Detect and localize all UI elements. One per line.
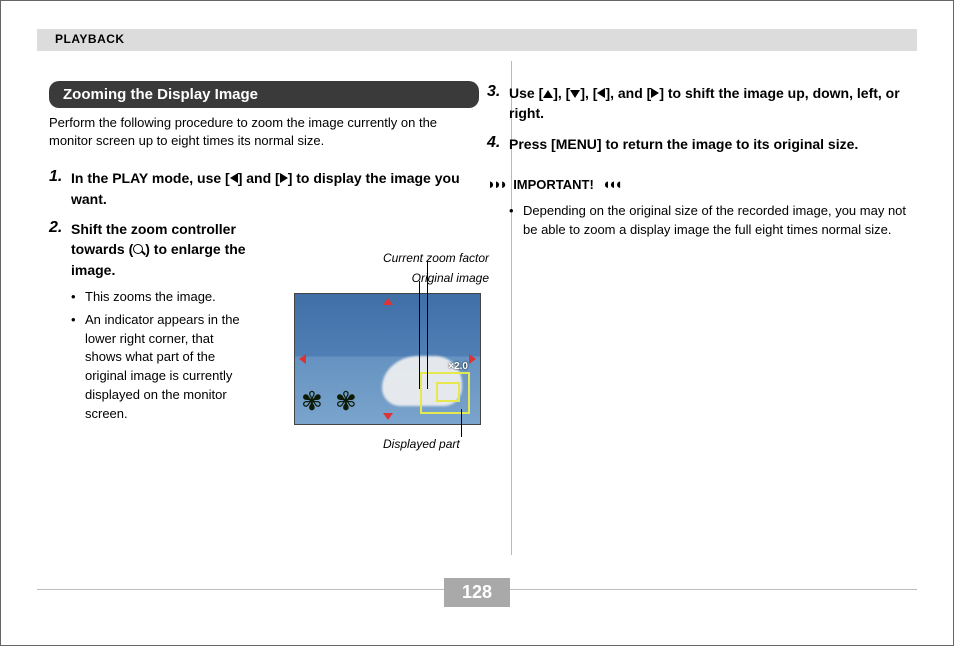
palm-shape: ✾	[335, 388, 357, 422]
ornament-icon: ◖◖◖	[602, 176, 620, 193]
step-text: ], and [	[605, 85, 651, 101]
note-item: An indicator appears in the lower right …	[71, 311, 249, 424]
important-notes: Depending on the original size of the re…	[509, 201, 917, 240]
up-arrow-icon	[543, 90, 553, 98]
important-label: IMPORTANT!	[513, 177, 594, 192]
step-number: 1.	[49, 168, 71, 209]
right-column: 3. Use [], [], [], and [] to shift the i…	[487, 61, 917, 565]
zoom-figure: Current zoom factor Original image ✾ ✾ ×…	[294, 249, 489, 425]
step-4: 4. Press [MENU] to return the image to i…	[487, 134, 917, 154]
note-item: This zooms the image.	[71, 288, 249, 307]
step-2: 2. Shift the zoom controller towards () …	[49, 219, 249, 428]
step-text: ], [	[553, 85, 570, 101]
zoom-factor-value: ×2.0	[448, 361, 468, 372]
section-title: Zooming the Display Image	[49, 81, 479, 108]
step-2-notes: This zooms the image. An indicator appea…	[71, 288, 249, 424]
displayed-part-frame	[436, 382, 460, 402]
step-number: 3.	[487, 83, 509, 124]
step-1: 1. In the PLAY mode, use [] and [] to di…	[49, 168, 479, 209]
chapter-header-bar: PLAYBACK	[37, 29, 917, 51]
figure-label-displayed: Displayed part	[383, 437, 460, 451]
section-intro: Perform the following procedure to zoom …	[49, 114, 479, 150]
callout-leader-line	[461, 409, 462, 437]
callout-leader-line	[427, 262, 428, 389]
left-column: Zooming the Display Image Perform the fo…	[49, 61, 479, 565]
content-columns: Zooming the Display Image Perform the fo…	[49, 61, 917, 565]
monitor-screenshot: ✾ ✾ ×2.0	[294, 293, 481, 425]
step-number: 4.	[487, 134, 509, 154]
step-text: Use [	[509, 85, 543, 101]
magnifier-icon	[133, 244, 145, 256]
down-arrow-icon	[570, 90, 580, 98]
chapter-label: PLAYBACK	[55, 32, 125, 46]
step-text: ], [	[580, 85, 597, 101]
scroll-left-indicator-icon	[299, 354, 306, 364]
page-number: 128	[444, 578, 510, 607]
palm-shape: ✾	[301, 388, 323, 422]
important-heading: ◗◗◗ IMPORTANT! ◖◖◖	[487, 176, 917, 193]
scroll-up-indicator-icon	[383, 298, 393, 305]
note-item: Depending on the original size of the re…	[509, 201, 917, 240]
figure-label-original: Original image	[294, 269, 489, 287]
scroll-down-indicator-icon	[383, 413, 393, 420]
left-arrow-icon	[230, 173, 238, 183]
step-text: ] and [	[238, 170, 280, 186]
step-text: In the PLAY mode, use [	[71, 170, 230, 186]
right-arrow-icon	[280, 173, 288, 183]
figure-label-zoom-factor: Current zoom factor	[294, 249, 489, 267]
step-number: 2.	[49, 219, 71, 428]
scroll-right-indicator-icon	[469, 354, 476, 364]
step-3: 3. Use [], [], [], and [] to shift the i…	[487, 83, 917, 124]
callout-leader-line	[419, 281, 420, 389]
step-text: Press [MENU] to return the image to its …	[509, 136, 858, 152]
manual-page: PLAYBACK Zooming the Display Image Perfo…	[0, 0, 954, 646]
ornament-icon: ◗◗◗	[487, 176, 505, 193]
